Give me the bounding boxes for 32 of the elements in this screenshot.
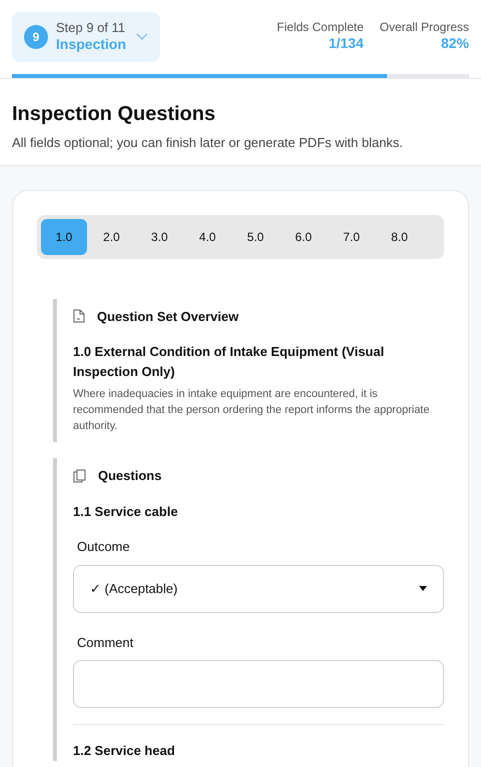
step-name: Inspection [56,36,126,54]
outcome-select[interactable]: ✓ (Acceptable) [73,564,444,612]
comment-field[interactable] [73,660,444,708]
field-label: Comment [77,634,134,652]
page-title: Inspection Questions [12,102,216,127]
section-tab[interactable]: 1.0 [41,218,87,254]
overview-description: Where inadequacies in intake equipment are encountered, it is recommended that the person ordering the report informs the appropriate authority. [73,387,430,434]
page-subtitle: All fields optional; you can finish later or generate PDFs with blanks. [12,134,404,152]
stat-label: Overall Progress [380,20,469,35]
section-heading: Questions [98,467,162,485]
section-tab[interactable]: 5.0 [232,218,279,254]
overview-title: 1.0 External Condition of Intake Equipment (Visual Inspection Only) [73,343,386,381]
stat-label: Fields Complete [276,20,364,35]
field-label: Outcome [77,538,131,556]
clipboard-icon [73,468,86,483]
caret-icon [419,586,427,591]
chevron-down-icon [136,33,148,41]
section-tab[interactable]: 7.0 [328,218,375,254]
step-selector[interactable]: 9 Step 9 of 11 Inspection [12,12,160,62]
stat-value: 82% [440,35,469,52]
section-heading: Question Set Overview [97,308,239,326]
section-tab[interactable]: 8.0 [376,218,423,254]
stat-value: 1/134 [328,35,364,52]
section-tab[interactable]: 3.0 [136,218,183,254]
question-title: 1.2 Service head [73,742,176,760]
question-title: 1.1 Service cable [73,502,179,520]
section-tab[interactable]: 4.0 [184,218,231,254]
step-number-badge: 9 [24,25,48,49]
section-tab[interactable]: 6.0 [280,218,327,254]
step-label: Step 9 of 11 [56,20,126,36]
document-icon [73,309,85,324]
section-tab[interactable]: 2.0 [88,218,135,254]
